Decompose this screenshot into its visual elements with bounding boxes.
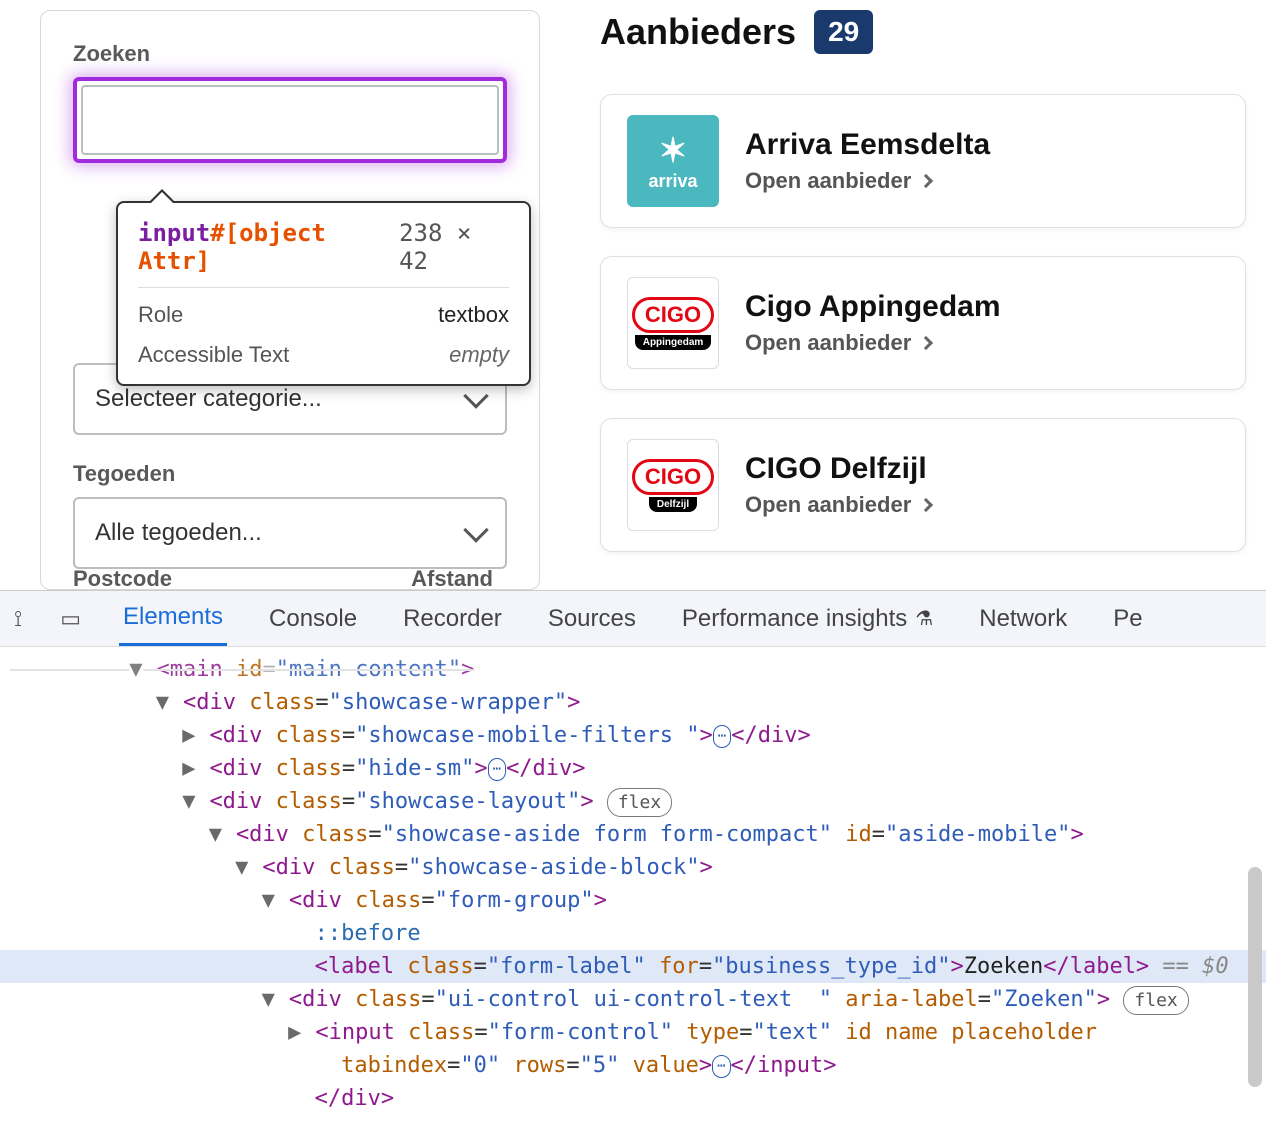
provider-card[interactable]: CIGOAppingedam Cigo Appingedam Open aanbie… — [600, 256, 1246, 390]
filter-panel: Zoeken input#[object Attr] 238 × 42 Role… — [40, 10, 540, 590]
results-count-badge: 29 — [814, 10, 873, 54]
dom-line[interactable]: ▼ <div class="ui-control ui-control-text… — [0, 983, 1266, 1016]
chevron-right-icon — [919, 498, 933, 512]
provider-info: CIGO Delfzijl Open aanbieder — [745, 452, 1219, 518]
category-placeholder: Selecteer categorie... — [95, 385, 322, 413]
dom-line[interactable]: </div> — [0, 1082, 1266, 1115]
tooltip-header: input#[object Attr] 238 × 42 — [138, 219, 509, 288]
provider-name: Arriva Eemsdelta — [745, 128, 1219, 162]
provider-name: CIGO Delfzijl — [745, 452, 1219, 486]
dom-line[interactable]: <label class="form-label" for="business_… — [0, 950, 1266, 983]
devtools-tab-recorder[interactable]: Recorder — [399, 593, 506, 645]
dom-line[interactable]: ▼ <div class="showcase-wrapper"> — [0, 686, 1266, 719]
results-header: Aanbieders 29 — [600, 10, 1246, 54]
tooltip-acctext-label: Accessible Text — [138, 342, 289, 368]
devtools-tab-elements[interactable]: Elements — [119, 591, 227, 646]
tooltip-acctext-value: empty — [449, 342, 509, 368]
provider-info: Arriva Eemsdelta Open aanbieder — [745, 128, 1219, 194]
flask-icon: ⚗ — [915, 606, 933, 631]
provider-logo: CIGODelfzijl — [627, 439, 719, 531]
tegoeden-select[interactable]: Alle tegoeden... — [73, 497, 507, 569]
dom-line[interactable]: ▼ <div class="showcase-layout"> flex — [0, 785, 1266, 818]
chevron-down-icon — [463, 383, 488, 408]
tooltip-tag: input — [138, 219, 210, 247]
devtools-tab-network[interactable]: Network — [975, 593, 1071, 645]
provider-name: Cigo Appingedam — [745, 290, 1219, 324]
provider-card[interactable]: ✶arriva Arriva Eemsdelta Open aanbieder — [600, 94, 1246, 228]
dom-line[interactable]: ▶ <input class="form-control" type="text… — [0, 1016, 1266, 1049]
chevron-down-icon — [463, 517, 488, 542]
provider-card[interactable]: CIGODelfzijl CIGO Delfzijl Open aanbieder — [600, 418, 1246, 552]
inspect-icon[interactable]: ⟟ — [14, 606, 22, 632]
tegoeden-placeholder: Alle tegoeden... — [95, 519, 262, 547]
chevron-right-icon — [919, 336, 933, 350]
chevron-right-icon — [919, 174, 933, 188]
tegoeden-label: Tegoeden — [73, 461, 507, 487]
search-input[interactable] — [81, 85, 499, 155]
devtools-tabbar: ⟟ ▭ Elements Console Recorder Sources Perfor… — [0, 591, 1266, 647]
postcode-label: Postcode — [73, 566, 172, 592]
dom-line[interactable]: ▼ <div class="form-group"> — [0, 884, 1266, 917]
devtools-tab-console[interactable]: Console — [265, 593, 361, 645]
provider-info: Cigo Appingedam Open aanbieder — [745, 290, 1219, 356]
results-title: Aanbieders — [600, 11, 796, 53]
inspector-highlight — [73, 77, 507, 163]
device-toggle-icon[interactable]: ▭ — [60, 606, 81, 632]
afstand-label: Afstand — [411, 566, 493, 592]
open-provider-link[interactable]: Open aanbieder — [745, 330, 1219, 356]
provider-logo: ✶arriva — [627, 115, 719, 207]
dom-tree[interactable]: ▼ <main id="main-content"> ▼ <div class=… — [0, 647, 1266, 1148]
devtools-tab-pe[interactable]: Pe — [1109, 593, 1146, 645]
tooltip-dimensions: 238 × 42 — [399, 219, 509, 275]
dom-line[interactable]: ▼ <div class="showcase-aside-block"> — [0, 851, 1266, 884]
tooltip-role-value: textbox — [438, 302, 509, 328]
provider-logo: CIGOAppingedam — [627, 277, 719, 369]
search-label: Zoeken — [73, 41, 507, 67]
tooltip-role-label: Role — [138, 302, 183, 328]
scrollbar[interactable] — [1248, 867, 1262, 1087]
tooltip-row-acctext: Accessible Text empty — [138, 328, 509, 368]
inspector-tooltip: input#[object Attr] 238 × 42 Role textbo… — [116, 201, 531, 386]
open-provider-link[interactable]: Open aanbieder — [745, 492, 1219, 518]
dom-line[interactable]: ▼ <div class="showcase-aside form form-c… — [0, 818, 1266, 851]
dom-line[interactable]: ▶ <div class="hide-sm">⋯</div> — [0, 752, 1266, 785]
dom-line[interactable]: ▼ <main id="main-content"> — [0, 653, 1266, 686]
dom-line[interactable]: ::before — [0, 917, 1266, 950]
dom-line[interactable]: tabindex="0" rows="5" value>⋯</input> — [0, 1049, 1266, 1082]
cut-labels: Postcode Afstand — [73, 566, 493, 592]
open-provider-link[interactable]: Open aanbieder — [745, 168, 1219, 194]
devtools-panel: ⟟ ▭ Elements Console Recorder Sources Perfor… — [0, 590, 1266, 1148]
devtools-tab-sources[interactable]: Sources — [544, 593, 640, 645]
dom-line[interactable]: ▶ <div class="showcase-mobile-filters ">… — [0, 719, 1266, 752]
tooltip-row-role: Role textbox — [138, 288, 509, 328]
results-panel: Aanbieders 29 ✶arriva Arriva Eemsdelta Ope… — [600, 10, 1266, 590]
devtools-tab-performance-insights[interactable]: Performance insights⚗ — [678, 593, 937, 645]
